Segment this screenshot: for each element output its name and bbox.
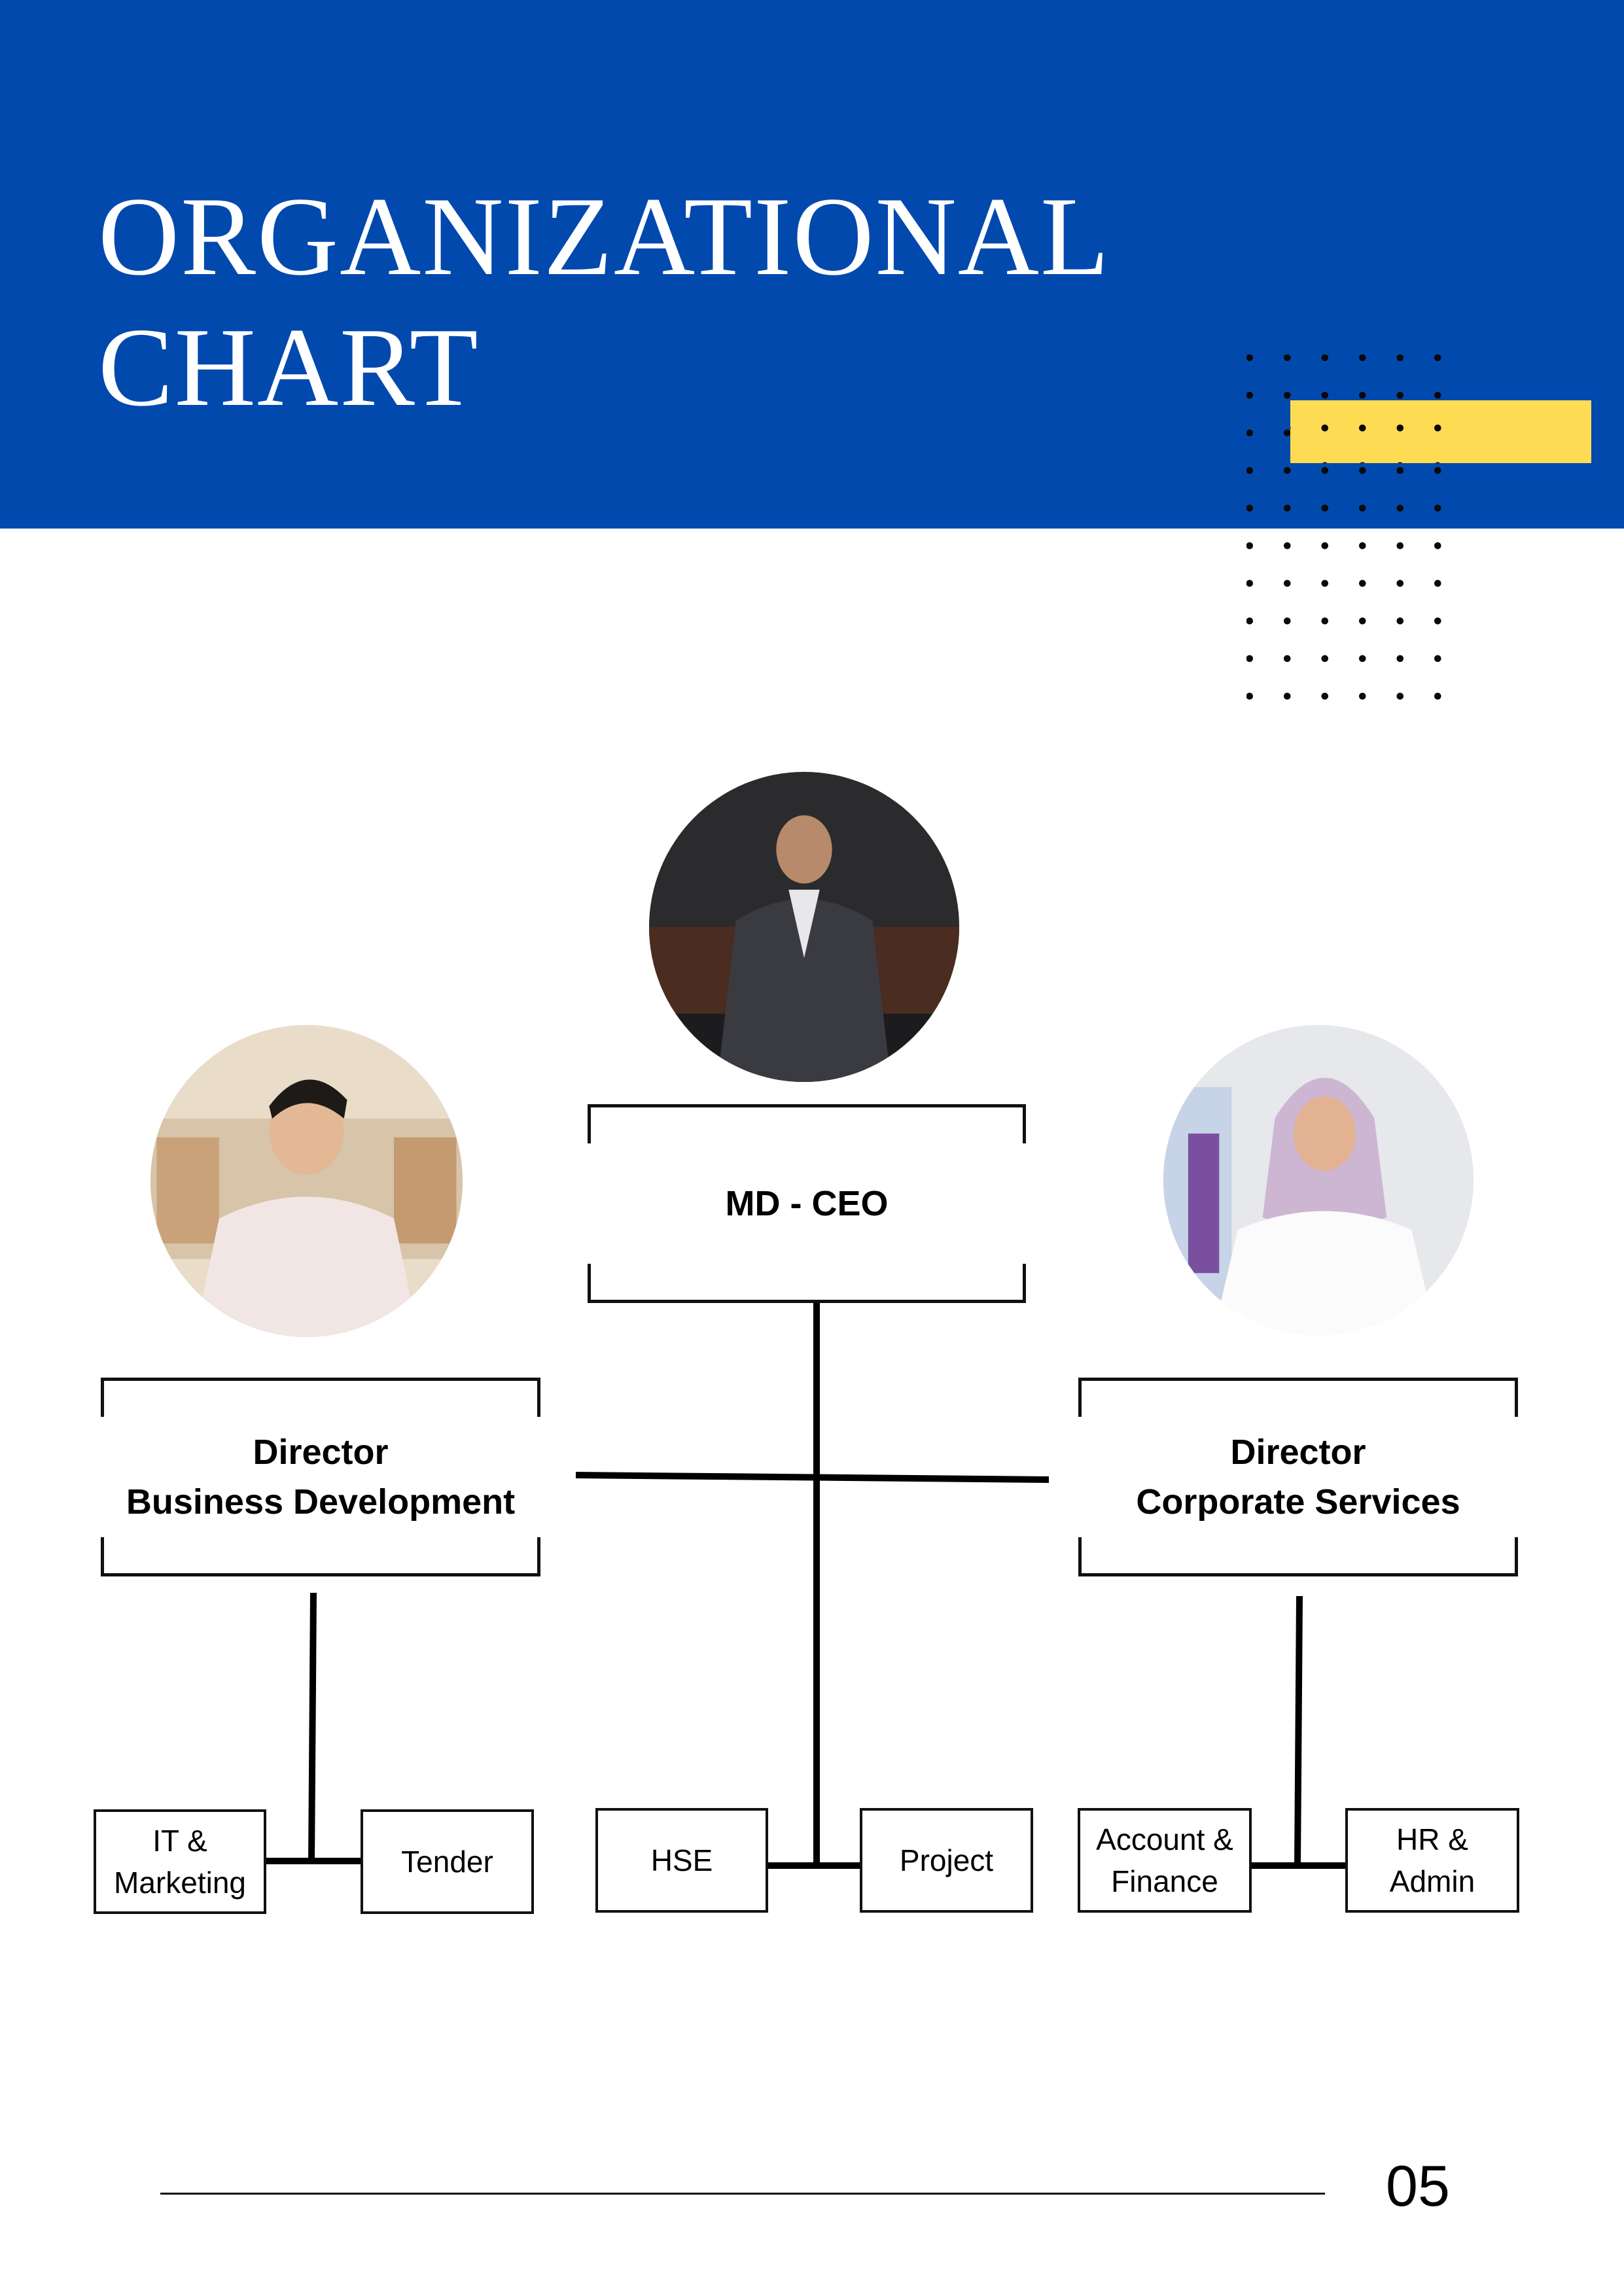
department-label: Tender — [401, 1845, 493, 1879]
department-box-hse: HSE — [595, 1808, 768, 1913]
director-business-development-photo — [150, 1025, 463, 1337]
director-corporate-services-label: Director Corporate Services — [1136, 1433, 1460, 1522]
department-box-tender: Tender — [361, 1809, 534, 1914]
corporate-stem-line — [1294, 1595, 1303, 1866]
footer-divider — [160, 2193, 1325, 2195]
department-label: Project — [899, 1843, 994, 1877]
ceo-box: MD - CEO — [588, 1104, 1026, 1303]
director-business-development-box: Director Business Development — [101, 1378, 540, 1576]
department-label: HSE — [650, 1843, 713, 1877]
directors-link-line — [575, 1472, 1050, 1483]
bizdev-stem-line — [308, 1592, 317, 1864]
department-label: HR & Admin — [1389, 1822, 1475, 1898]
department-label: IT & Marketing — [114, 1824, 246, 1900]
department-box-it-marketing: IT & Marketing — [94, 1809, 266, 1914]
ceo-photo — [649, 772, 959, 1082]
department-box-account-finance: Account & Finance — [1078, 1808, 1252, 1913]
department-label: Account & Finance — [1096, 1822, 1233, 1898]
director-corporate-services-box: Director Corporate Services — [1078, 1378, 1518, 1576]
department-box-hr-admin: HR & Admin — [1345, 1808, 1519, 1913]
page-number: 05 — [1386, 2153, 1450, 2218]
director-business-development-label: Director Business Development — [126, 1433, 516, 1522]
ceo-label: MD - CEO — [725, 1184, 889, 1223]
department-box-project: Project — [860, 1808, 1033, 1913]
director-corporate-services-photo — [1163, 1025, 1474, 1335]
